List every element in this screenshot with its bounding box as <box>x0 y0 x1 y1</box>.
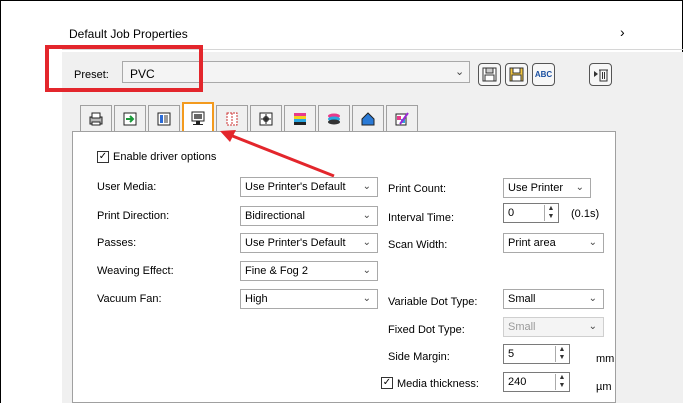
print-count-label: Print Count: <box>388 183 447 195</box>
chevron-down-icon: ⌄ <box>362 210 371 221</box>
print-count-value: Use Printer <box>508 182 564 194</box>
chevron-down-icon: ⌄ <box>362 293 371 304</box>
save-preset-button[interactable] <box>478 63 501 86</box>
interval-time-label: Interval Time: <box>388 212 455 224</box>
user-media-label: User Media: <box>97 181 157 193</box>
scan-width-select[interactable]: Print area ⌄ <box>503 233 604 253</box>
media-thickness-value: 240 <box>508 376 527 388</box>
fixed-dot-type-label: Fixed Dot Type: <box>388 324 465 336</box>
spot-color-icon <box>395 111 409 125</box>
color-icon <box>157 112 171 125</box>
preset-highlight-box <box>45 45 203 92</box>
vacuum-fan-select[interactable]: High ⌄ <box>240 289 378 309</box>
window-title: Default Job Properties <box>69 27 188 41</box>
fixed-dot-type-select[interactable]: Small ⌄ <box>503 317 604 337</box>
scan-width-value: Print area <box>508 237 556 249</box>
side-margin-value: 5 <box>508 348 515 360</box>
media-thickness-label: Media thickness: <box>397 378 479 390</box>
save-as-preset-button[interactable] <box>505 63 528 86</box>
side-margin-label: Side Margin: <box>388 351 450 363</box>
rename-icon: ABC <box>534 70 553 79</box>
print-direction-select[interactable]: Bidirectional ⌄ <box>240 206 378 226</box>
frame-left-line <box>0 0 1 403</box>
print-direction-value: Bidirectional <box>245 210 305 222</box>
tab-shape[interactable] <box>352 105 384 131</box>
vacuum-fan-value: High <box>245 293 268 305</box>
tab-printer[interactable] <box>80 105 112 131</box>
delete-icon <box>594 69 608 82</box>
weaving-effect-value: Fine & Fog 2 <box>245 265 308 277</box>
spinner-arrows-icon[interactable]: ▲ ▼ <box>555 374 568 390</box>
chevron-down-icon[interactable]: ⌄ <box>455 65 464 78</box>
interval-time-value: 0 <box>508 207 515 219</box>
chevron-down-icon: ⌄ <box>362 237 371 248</box>
chevron-down-icon: ⌄ <box>588 293 597 304</box>
variable-dot-type-label: Variable Dot Type: <box>388 296 478 308</box>
print-mode-icon <box>191 111 205 125</box>
weaving-effect-label: Weaving Effect: <box>97 265 174 277</box>
interval-time-unit: (0.1s) <box>571 208 600 220</box>
side-margin-input[interactable]: 5 ▲ ▼ <box>503 344 570 364</box>
print-count-select[interactable]: Use Printer ⌄ <box>503 178 591 198</box>
save-icon <box>482 67 497 82</box>
side-margin-unit: mm <box>596 353 615 365</box>
spinner-arrows-icon[interactable]: ▲ ▼ <box>544 205 557 221</box>
collapse-chevron-icon[interactable]: › <box>620 24 625 40</box>
media-thickness-unit: µm <box>596 381 612 393</box>
media-feed-icon <box>123 112 137 125</box>
media-thickness-checkbox[interactable]: ✓ <box>381 377 393 389</box>
enable-driver-options-label: Enable driver options <box>113 151 217 163</box>
annotation-arrow-icon <box>220 130 335 178</box>
media-thickness-input[interactable]: 240 ▲ ▼ <box>503 372 570 392</box>
user-media-value: Use Printer's Default <box>245 181 346 193</box>
positioning-icon <box>259 112 273 125</box>
passes-select[interactable]: Use Printer's Default ⌄ <box>240 233 378 253</box>
delete-preset-button[interactable] <box>589 63 612 86</box>
ink-layer-icon <box>328 113 340 124</box>
user-media-select[interactable]: Use Printer's Default ⌄ <box>240 177 378 197</box>
chevron-down-icon: ⌄ <box>362 181 371 192</box>
vacuum-fan-label: Vacuum Fan: <box>97 293 162 305</box>
tab-media-feed[interactable] <box>114 105 146 131</box>
save-as-icon <box>509 67 524 82</box>
printer-icon <box>89 112 103 125</box>
color-bars-icon <box>294 112 306 125</box>
frame-top-line <box>0 0 683 1</box>
fixed-dot-type-value: Small <box>508 321 536 333</box>
chevron-down-icon: ⌄ <box>575 182 584 193</box>
passes-label: Passes: <box>97 237 137 249</box>
spinner-arrows-icon[interactable]: ▲ ▼ <box>555 346 568 362</box>
chevron-down-icon: ⌄ <box>588 237 597 248</box>
passes-value: Use Printer's Default <box>245 237 346 249</box>
chevron-down-icon: ⌄ <box>362 265 371 276</box>
scan-width-label: Scan Width: <box>388 239 448 251</box>
shape-icon <box>361 111 375 125</box>
enable-driver-options-checkbox[interactable]: ✓ <box>97 151 109 163</box>
tab-spot-color[interactable] <box>386 105 418 131</box>
variable-dot-type-value: Small <box>508 293 536 305</box>
tab-color[interactable] <box>148 105 180 131</box>
variable-dot-type-select[interactable]: Small ⌄ <box>503 289 604 309</box>
rename-preset-button[interactable]: ABC <box>532 63 555 86</box>
interval-time-input[interactable]: 0 ▲ ▼ <box>503 203 559 223</box>
layout-icon <box>226 112 238 125</box>
weaving-effect-select[interactable]: Fine & Fog 2 ⌄ <box>240 261 378 281</box>
chevron-down-icon: ⌄ <box>588 321 597 332</box>
print-direction-label: Print Direction: <box>97 210 170 222</box>
